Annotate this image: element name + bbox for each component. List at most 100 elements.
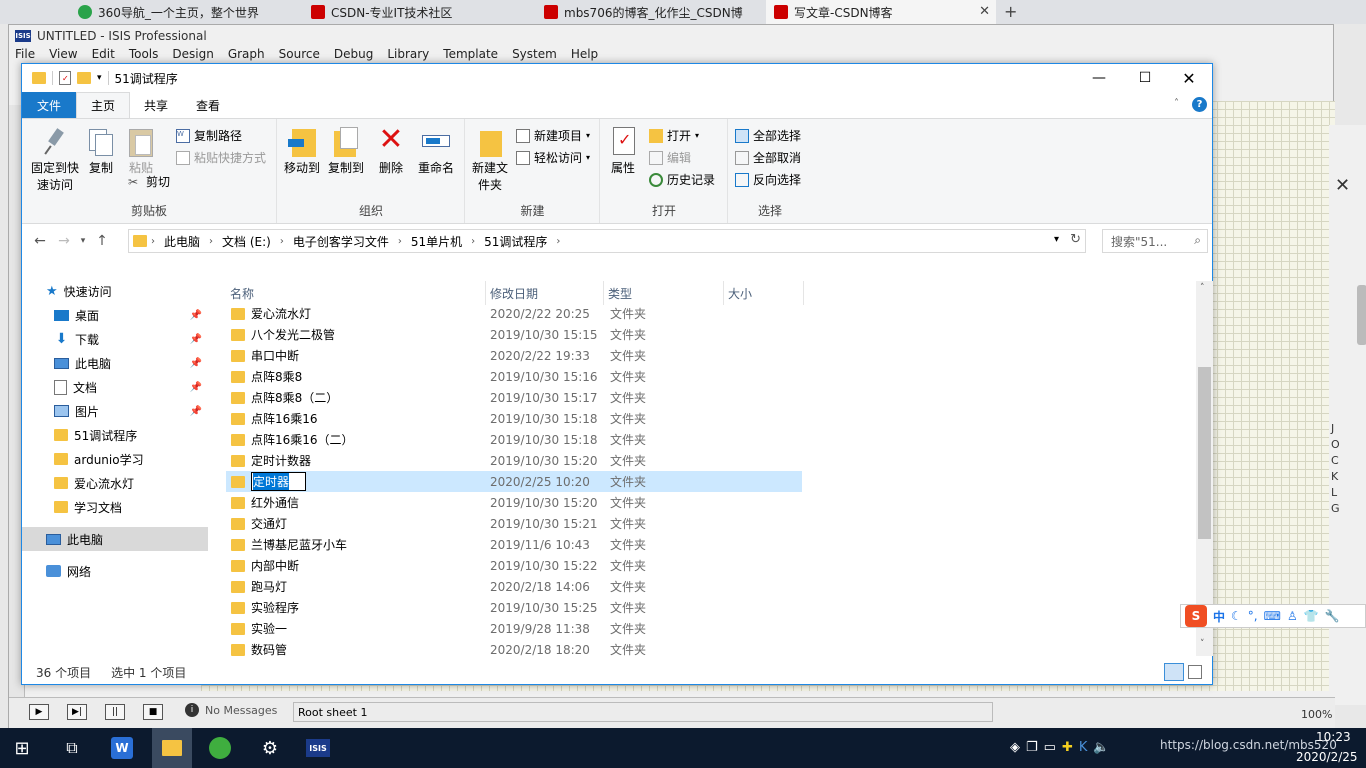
breadcrumb-item[interactable]: 此电脑 (159, 233, 205, 250)
settings-icon[interactable]: ⚙ (256, 734, 284, 762)
browser-360-icon[interactable] (209, 737, 231, 759)
isis-taskbar-icon[interactable]: ISIS (306, 739, 330, 757)
table-row[interactable]: 跑马灯 2020/2/18 14:06 文件夹 (226, 576, 802, 597)
table-row[interactable]: 交通灯 2019/10/30 15:21 文件夹 (226, 513, 802, 534)
search-input[interactable]: 搜索"51... ⌕ (1102, 229, 1208, 253)
paste-shortcut-button[interactable]: 粘贴快捷方式 (176, 149, 266, 166)
table-row-selected[interactable]: 定时器 2020/2/25 10:20 文件夹 (226, 471, 802, 492)
new-folder-button[interactable]: 新建文件夹 (470, 125, 510, 194)
nav-network[interactable]: 网络 (46, 559, 232, 583)
table-row[interactable]: 点阵8乘8（二） 2019/10/30 15:17 文件夹 (226, 387, 802, 408)
tray-k-icon[interactable]: K (1079, 740, 1088, 755)
properties-button[interactable]: ✓ 属性 (605, 125, 641, 177)
address-dropdown-icon[interactable]: ▾ (1054, 234, 1059, 245)
zoom-slider[interactable] (1357, 285, 1366, 345)
scroll-down-icon[interactable]: ˅ (1200, 639, 1205, 649)
keyboard-icon[interactable]: ⌨ (1264, 609, 1281, 623)
up-icon[interactable]: ↑ (90, 233, 114, 249)
play-icon[interactable]: ▶ (29, 704, 49, 720)
rename-input[interactable]: 定时器 (251, 472, 306, 491)
browser-tab[interactable]: 360导航_一个主页，整个世界 (70, 0, 300, 24)
move-to-button[interactable]: 移动到 (282, 125, 322, 177)
new-folder-quick-icon[interactable] (77, 72, 91, 84)
collapse-ribbon-icon[interactable]: ˄ (1174, 98, 1179, 109)
breadcrumb-item[interactable]: 文档 (E:) (217, 233, 276, 250)
nav-folder[interactable]: 学习文档 (54, 495, 240, 519)
pin-icon[interactable]: 📌 (190, 310, 202, 321)
table-row[interactable]: 点阵8乘8 2019/10/30 15:16 文件夹 (226, 366, 802, 387)
close-icon[interactable]: ✕ (1335, 175, 1350, 196)
table-row[interactable]: 爱心流水灯 2020/2/22 20:25 文件夹 (226, 303, 802, 324)
address-bar[interactable]: › 此电脑 › 文档 (E:) › 电子创客学习文件 › 51单片机 › 51调试程序 ›… (128, 229, 1086, 253)
tray-volume-icon[interactable]: 🔈 (1093, 740, 1109, 755)
nav-this-pc-pinned[interactable]: 此电脑 📌 (54, 351, 240, 375)
nav-folder[interactable]: 爱心流水灯 (54, 471, 240, 495)
paste-button[interactable]: 粘贴 (126, 125, 156, 177)
table-row[interactable]: 实验程序 2019/10/30 15:25 文件夹 (226, 597, 802, 618)
open-button[interactable]: 打开 ▾ (649, 127, 699, 144)
scroll-up-icon[interactable]: ˄ (1200, 283, 1205, 293)
tray-shield-icon[interactable]: ◈ (1010, 740, 1020, 755)
wps-icon[interactable]: W (111, 737, 133, 759)
tab-view[interactable]: 查看 (182, 92, 234, 118)
start-icon[interactable]: ⊞ (8, 734, 36, 762)
table-row[interactable]: 串口中断 2020/2/22 19:33 文件夹 (226, 345, 802, 366)
table-row[interactable]: 定时计数器 2019/10/30 15:20 文件夹 (226, 450, 802, 471)
recent-locations-icon[interactable]: ▾ (76, 236, 90, 246)
pin-icon[interactable]: 📌 (190, 406, 202, 417)
tab-home[interactable]: 主页 (76, 92, 131, 118)
copy-button[interactable]: 复制 (86, 125, 116, 177)
nav-folder[interactable]: ardunio学习 (54, 447, 240, 471)
details-view-icon[interactable] (1164, 663, 1184, 681)
table-row[interactable]: 实验一 2019/9/28 11:38 文件夹 (226, 618, 802, 639)
customize-quick-access-icon[interactable]: ▾ (97, 73, 102, 83)
table-row[interactable]: 兰博基尼蓝牙小车 2019/11/6 10:43 文件夹 (226, 534, 802, 555)
close-button[interactable]: ✕ (1166, 64, 1212, 92)
new-item-button[interactable]: 新建项目 ▾ (516, 127, 590, 144)
table-row[interactable]: 红外通信 2019/10/30 15:20 文件夹 (226, 492, 802, 513)
browser-tab[interactable]: CSDN-专业IT技术社区 (303, 0, 533, 24)
scroll-thumb[interactable] (1198, 367, 1211, 539)
rename-button[interactable]: 重命名 (416, 125, 456, 177)
refresh-icon[interactable]: ↻ (1070, 232, 1081, 247)
nav-downloads[interactable]: ⬇ 下载 📌 (54, 327, 240, 351)
file-explorer-taskbar-button[interactable] (152, 728, 192, 768)
nav-folder[interactable]: 51调试程序 (54, 423, 240, 447)
table-row[interactable]: 点阵16乘16（二） 2019/10/30 15:18 文件夹 (226, 429, 802, 450)
moon-icon[interactable]: ☾ (1231, 609, 1242, 623)
new-tab-icon[interactable]: + (1004, 2, 1017, 21)
easy-access-button[interactable]: 轻松访问 ▾ (516, 149, 590, 166)
properties-quick-icon[interactable]: ✓ (59, 71, 71, 85)
select-all-button[interactable]: 全部选择 (735, 127, 801, 144)
tray-plus-icon[interactable]: ✚ (1062, 740, 1073, 755)
breadcrumb-item[interactable]: 51调试程序 (479, 233, 552, 250)
tab-file[interactable]: 文件 (22, 92, 77, 118)
step-icon[interactable]: ▶| (67, 704, 87, 720)
history-button[interactable]: 历史记录 (649, 171, 715, 188)
nav-documents[interactable]: 文档 📌 (54, 375, 240, 399)
ime-language[interactable]: 中 (1213, 608, 1225, 625)
table-row[interactable]: 点阵16乘16 2019/10/30 15:18 文件夹 (226, 408, 802, 429)
pin-icon[interactable]: 📌 (190, 382, 202, 393)
nav-pictures[interactable]: 图片 📌 (54, 399, 240, 423)
forward-icon[interactable]: → (52, 233, 76, 249)
breadcrumb-item[interactable]: 电子创客学习文件 (288, 233, 394, 250)
pin-icon[interactable]: 📌 (190, 358, 202, 369)
invert-selection-button[interactable]: 反向选择 (735, 171, 801, 188)
edit-button[interactable]: 编辑 (649, 149, 691, 166)
browser-tab-active[interactable]: 写文章-CSDN博客 ✕ (766, 0, 996, 24)
help-icon[interactable]: ? (1192, 97, 1207, 112)
close-icon[interactable]: ✕ (979, 4, 990, 19)
skin-icon[interactable]: 👕 (1304, 609, 1319, 623)
punctuation-icon[interactable]: °, (1248, 609, 1258, 623)
delete-button[interactable]: ✕ 删除 (376, 125, 406, 177)
maximize-button[interactable]: ☐ (1122, 64, 1168, 92)
task-view-icon[interactable]: ⧉ (58, 734, 86, 762)
large-icons-view-icon[interactable] (1188, 665, 1202, 679)
minimize-button[interactable]: — (1076, 64, 1122, 92)
clock-time[interactable]: 10:23 (1316, 730, 1351, 744)
table-row[interactable]: 八个发光二极管 2019/10/30 15:15 文件夹 (226, 324, 802, 345)
breadcrumb-item[interactable]: 51单片机 (406, 233, 467, 250)
browser-tab[interactable]: mbs706的博客_化作尘_CSDN博 (536, 0, 766, 24)
stop-icon[interactable]: ■ (143, 704, 163, 720)
